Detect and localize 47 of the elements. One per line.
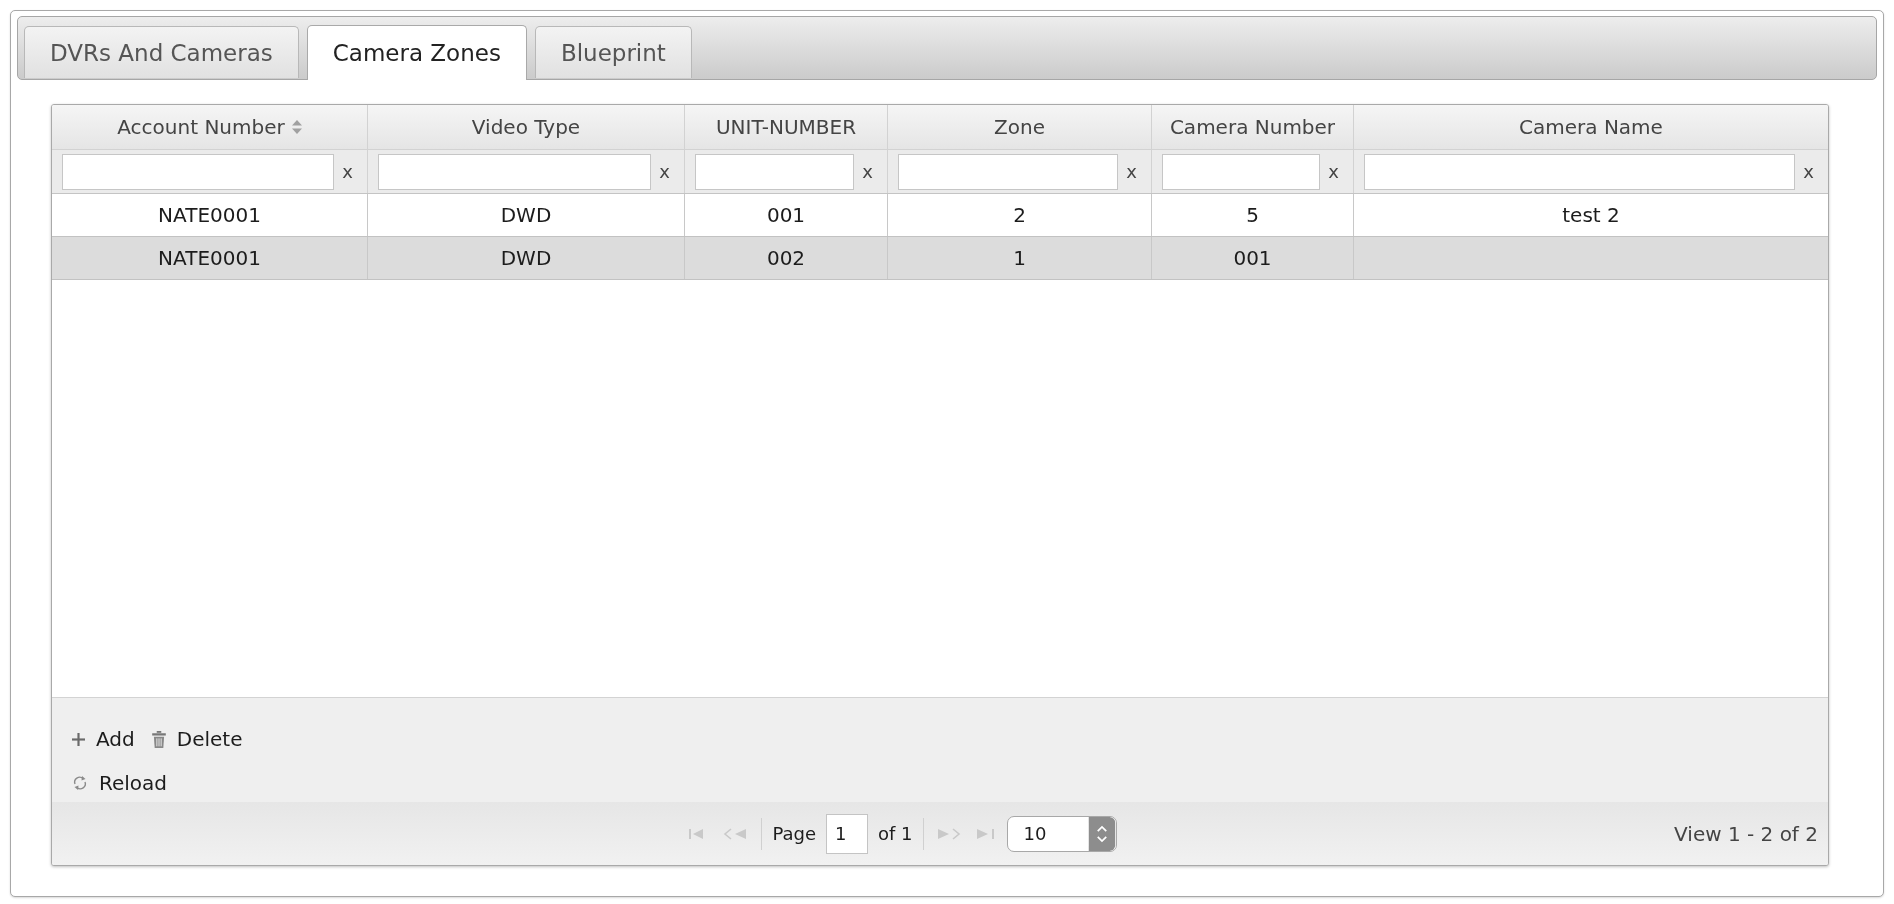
column-header[interactable]: UNIT-NUMBER [685, 105, 888, 150]
clear-filter-link[interactable]: x [342, 162, 353, 181]
table-cell: 2 [1013, 203, 1026, 227]
add-button[interactable]: Add [72, 727, 135, 751]
tab[interactable]: Blueprint [534, 26, 692, 78]
table-row[interactable]: NATE0001 DWD 002 1 001 [52, 237, 1828, 280]
table-row[interactable]: NATE0001 DWD 001 2 5 test 2 [52, 194, 1828, 237]
tab[interactable]: Camera Zones [306, 25, 527, 80]
table-cell: NATE0001 [158, 203, 261, 227]
filter-field[interactable] [62, 153, 335, 190]
table-cell: test 2 [1562, 203, 1620, 227]
filter-field[interactable] [1162, 153, 1321, 190]
clear-filter-link[interactable]: x [862, 162, 873, 181]
clear-filter-link[interactable]: x [1126, 162, 1137, 181]
clear-filter-link[interactable]: x [659, 162, 670, 181]
filter-field[interactable] [1364, 153, 1796, 190]
table-cell: DWD [500, 246, 552, 270]
column-header[interactable]: Video Type [368, 105, 685, 150]
table-cell: 5 [1246, 203, 1259, 227]
filter-field[interactable] [898, 153, 1119, 190]
filter-field[interactable] [695, 153, 855, 190]
table-cell: 001 [1233, 246, 1272, 270]
reload-button[interactable]: Reload [72, 771, 168, 795]
page-input[interactable]: 1 [826, 813, 868, 854]
refresh-icon [72, 775, 88, 791]
page-label: Page [772, 823, 816, 844]
column-header[interactable]: Camera Number [1152, 105, 1354, 150]
clear-filter-link[interactable]: x [1328, 162, 1339, 181]
column-header[interactable]: Zone [888, 105, 1152, 150]
table-cell: NATE0001 [158, 246, 261, 270]
trash-icon [151, 730, 166, 748]
sort-icon[interactable] [291, 120, 302, 134]
plus-icon [72, 732, 85, 746]
table-cell: 1 [1013, 246, 1026, 270]
clear-filter-link[interactable]: x [1803, 162, 1814, 181]
tab[interactable]: DVRs And Cameras [24, 26, 299, 78]
page-size-select[interactable]: 10 [1006, 815, 1117, 852]
column-header[interactable]: Account Number [52, 105, 368, 150]
filter-field[interactable] [378, 153, 652, 190]
table-cell: DWD [500, 203, 552, 227]
page-count: of 1 [878, 823, 913, 844]
column-header[interactable]: Camera Name [1354, 105, 1828, 150]
table-cell: 002 [766, 246, 806, 270]
delete-button[interactable]: Delete [151, 727, 243, 751]
record-count: View 1 - 2 of 2 [1674, 821, 1819, 846]
table-cell: 001 [766, 203, 806, 227]
stepper-icon[interactable] [1087, 816, 1116, 851]
